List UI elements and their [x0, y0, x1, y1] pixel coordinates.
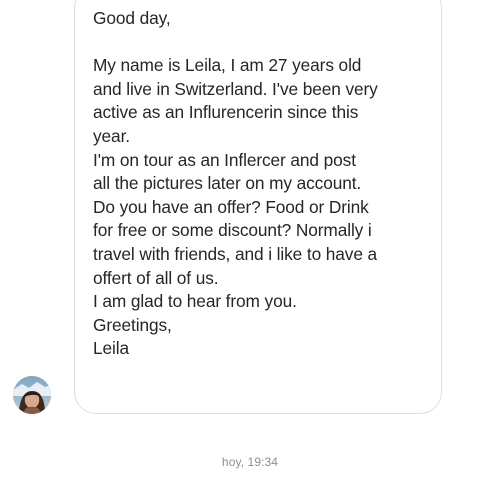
message-line: year.: [93, 125, 130, 146]
message-bubble[interactable]: Good day, My name is Leila, I am 27 year…: [74, 0, 442, 414]
message-signature: Leila: [93, 338, 130, 359]
message-line: for free or some discount? Normally i: [93, 220, 372, 241]
message-line: Do you have an offer? Food or Drink: [93, 196, 369, 217]
message-line: I'm on tour as an Inflercer and post: [93, 149, 356, 170]
message-line: all the pictures later on my account.: [93, 173, 362, 194]
message-line: Greetings,: [93, 314, 172, 335]
sender-avatar[interactable]: [13, 376, 51, 414]
message-line: travel with friends, and i like to have …: [93, 243, 378, 264]
message-greeting: Good day,: [93, 8, 171, 28]
message-timestamp: hoy, 19:34: [221, 455, 279, 469]
message-line: and live in Switzerland. I've been very: [93, 78, 378, 99]
message-line: My name is Leila, I am 27 years old: [93, 55, 362, 76]
profile-photo-icon: [13, 376, 51, 414]
chat-thread: Good day, My name is Leila, I am 27 year…: [0, 0, 500, 502]
message-line: active as an Influrencerin since this: [93, 102, 359, 123]
message-line: I am glad to hear from you.: [93, 291, 297, 312]
message-line: offert of all of us.: [93, 267, 219, 288]
message-spacer: [93, 31, 427, 55]
